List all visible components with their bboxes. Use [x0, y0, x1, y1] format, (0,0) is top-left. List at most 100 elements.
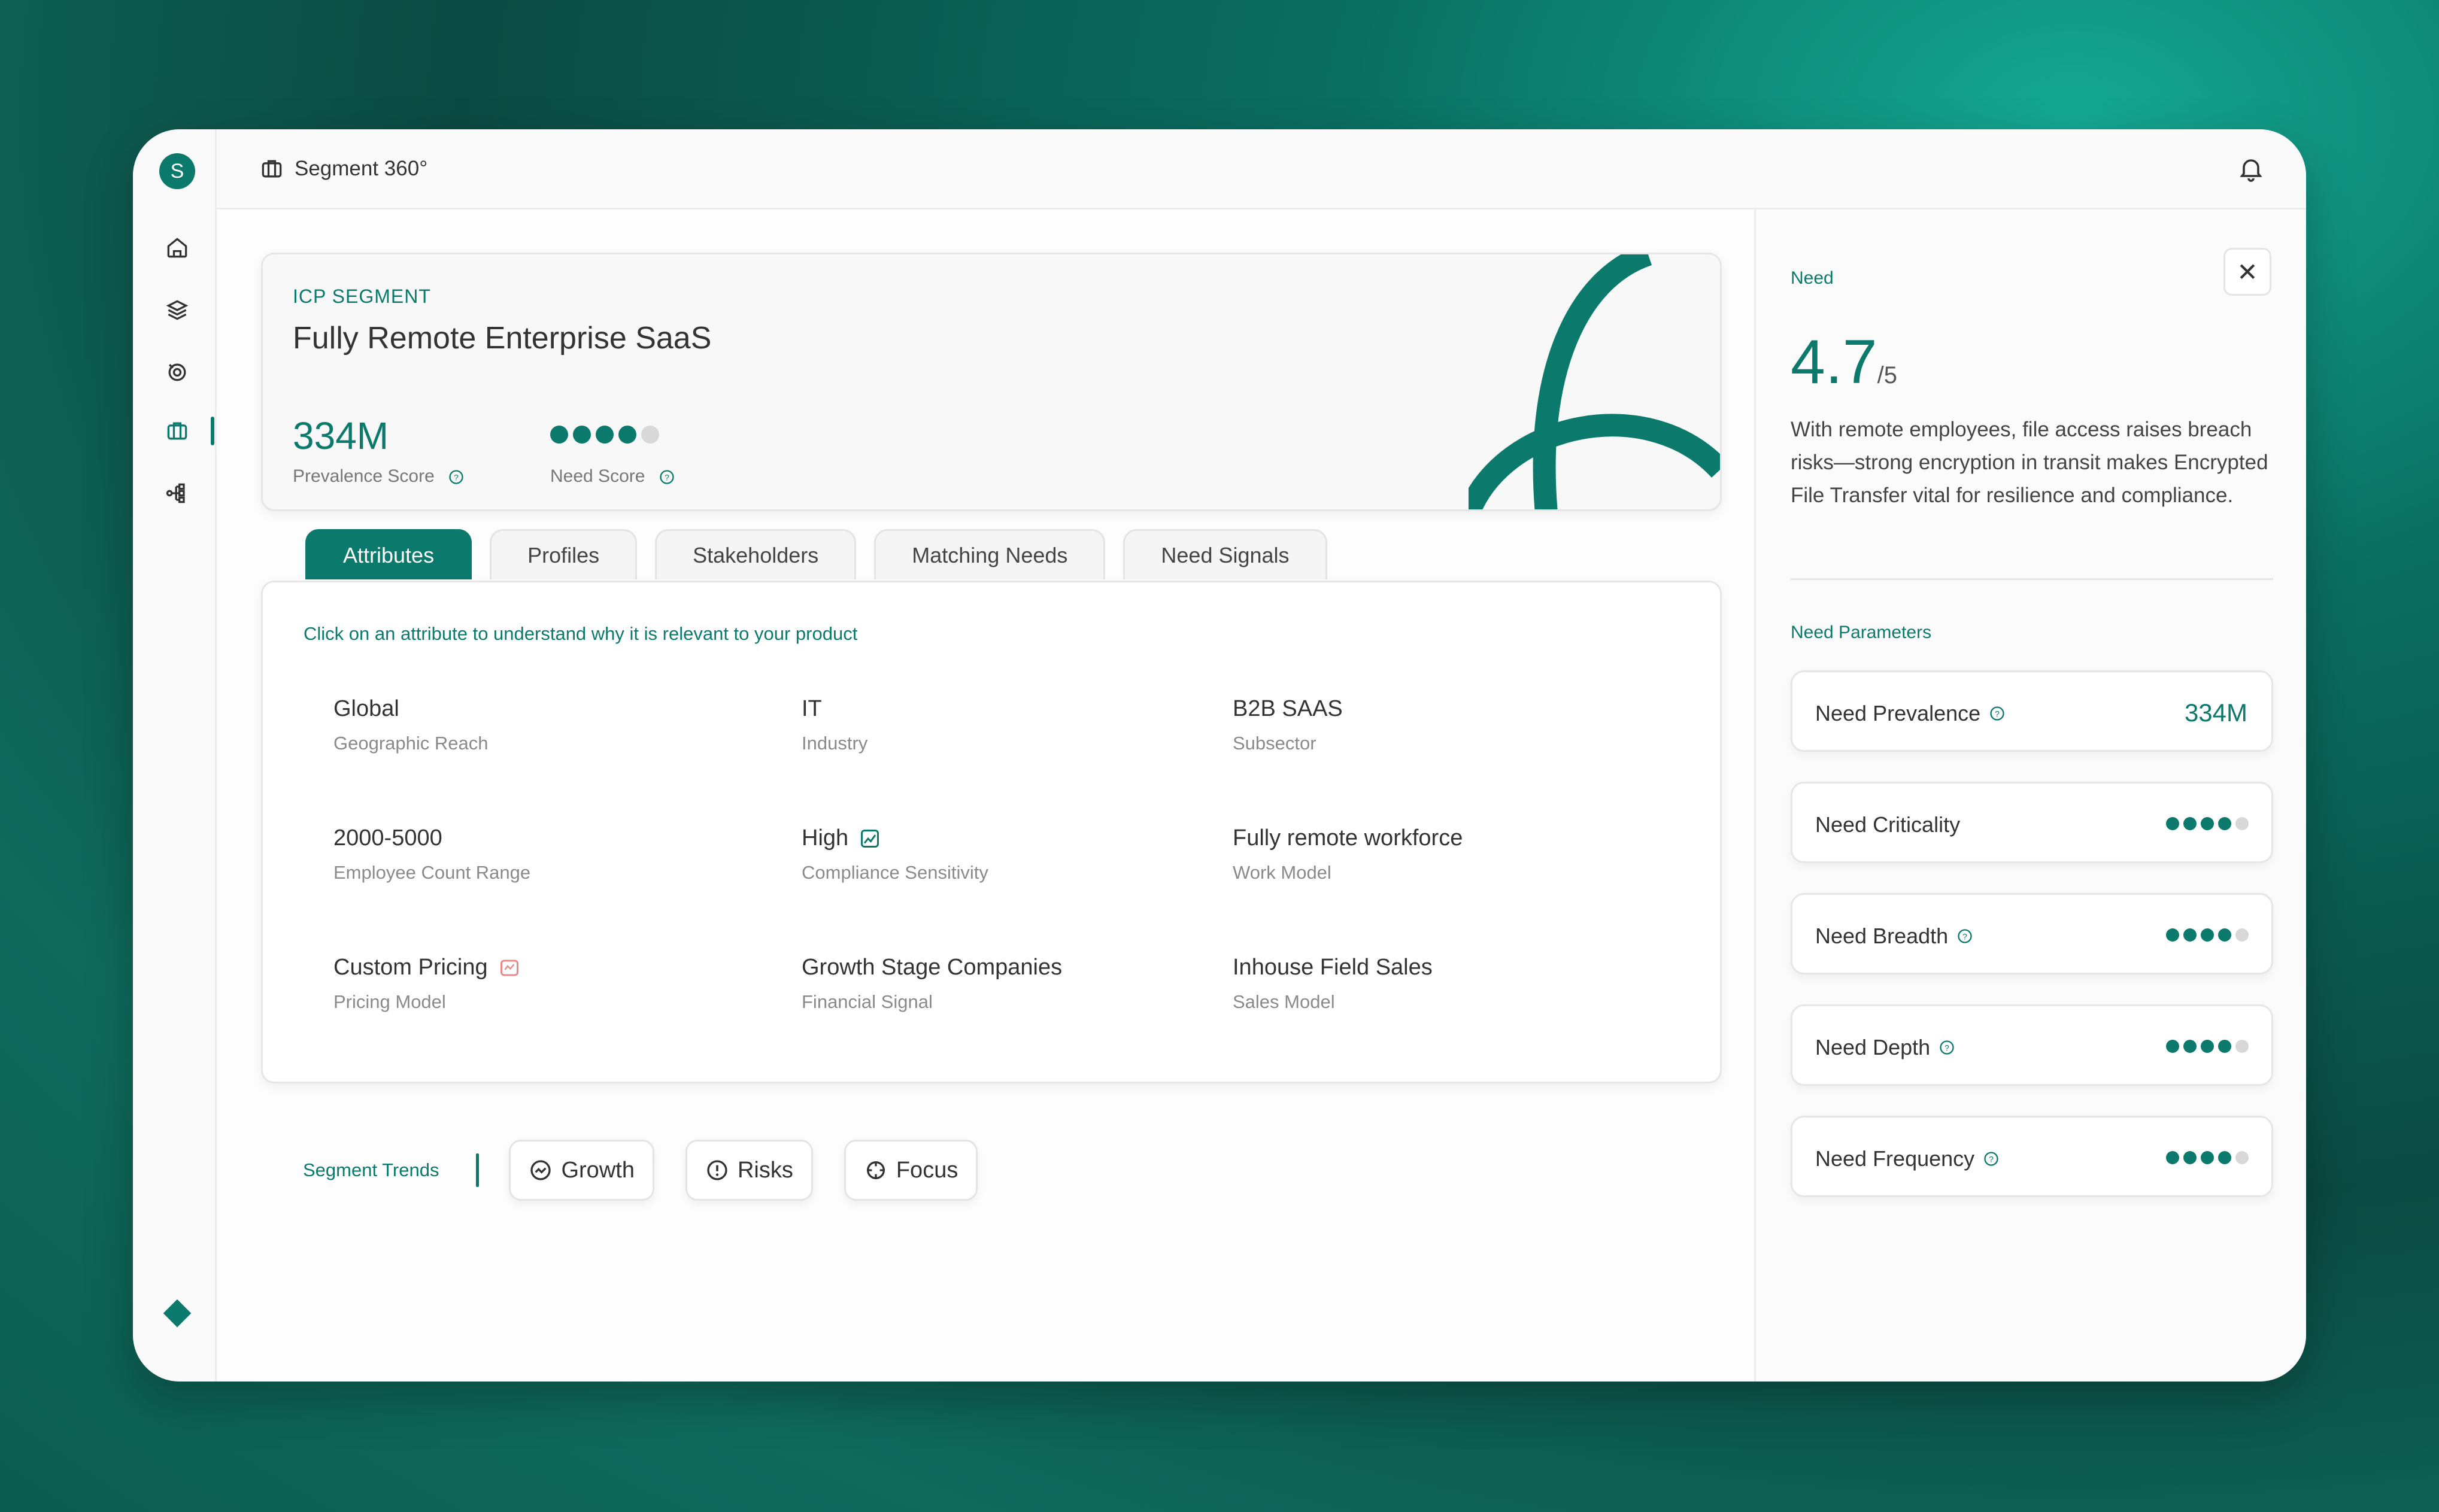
help-icon[interactable]: ?	[1939, 1039, 1955, 1056]
score-dot	[2201, 1151, 2214, 1164]
score-dot	[2218, 928, 2231, 942]
svg-text:?: ?	[665, 472, 669, 482]
tab-bar: Attributes Profiles Stakeholders Matchin…	[305, 529, 1327, 579]
param-value: 334M	[2184, 699, 2247, 727]
panel-hint: Click on an attribute to understand why …	[304, 623, 858, 644]
param-dots	[2166, 1040, 2249, 1053]
score-dot	[2183, 817, 2197, 830]
attribute-item[interactable]: IT Industry	[802, 696, 867, 754]
left-rail: S	[133, 129, 217, 1382]
score-dot	[2166, 928, 2179, 942]
attribute-value: Inhouse Field Sales	[1233, 955, 1433, 980]
param-need-breadth[interactable]: Need Breadth ?	[1791, 893, 2273, 974]
pricing-tag-icon[interactable]	[499, 957, 520, 979]
attribute-item[interactable]: Global Geographic Reach	[333, 696, 489, 754]
attribute-item[interactable]: B2B SAAS Subsector	[1233, 696, 1343, 754]
score-dot	[2166, 1040, 2179, 1053]
attribute-value-row: Custom Pricing	[333, 955, 520, 980]
score-dot	[2183, 928, 2197, 942]
brand-logo-icon	[160, 1297, 194, 1330]
rail-active-indicator	[211, 417, 214, 445]
tab-matching-needs[interactable]: Matching Needs	[874, 529, 1106, 579]
alert-icon	[707, 1160, 727, 1180]
score-dot	[2218, 817, 2231, 830]
attribute-label: Sales Model	[1233, 991, 1335, 1012]
attribute-label: Employee Count Range	[333, 862, 531, 883]
network-icon[interactable]	[160, 476, 194, 510]
help-icon[interactable]: ?	[1989, 705, 2006, 722]
param-need-depth[interactable]: Need Depth ?	[1791, 1004, 2273, 1086]
help-icon[interactable]: ?	[1983, 1150, 2000, 1167]
score-dot	[2166, 1151, 2179, 1164]
attribute-value: Custom Pricing	[333, 955, 488, 980]
score-dot	[2235, 817, 2249, 830]
segment-title: Fully Remote Enterprise SaaS	[293, 321, 712, 356]
score-dot	[2235, 928, 2249, 942]
score-dot	[2183, 1040, 2197, 1053]
growth-icon	[530, 1160, 551, 1180]
briefcase-icon[interactable]	[160, 414, 194, 448]
score-dot	[618, 426, 636, 444]
score-dot	[2235, 1151, 2249, 1164]
attribute-item[interactable]: Custom Pricing Pricing Model	[333, 955, 520, 1013]
param-label-row: Need Criticality	[1815, 812, 1960, 837]
tab-attributes[interactable]: Attributes	[305, 529, 472, 579]
score-dot	[641, 426, 659, 444]
score-dot	[550, 426, 568, 444]
svg-text:?: ?	[454, 472, 459, 482]
help-icon[interactable]: ?	[659, 469, 675, 485]
attribute-label: Compliance Sensitivity	[802, 862, 988, 883]
svg-text:?: ?	[1962, 931, 1967, 941]
attribute-item[interactable]: 2000-5000 Employee Count Range	[333, 825, 530, 883]
attribute-item[interactable]: Inhouse Field Sales Sales Model	[1233, 955, 1433, 1013]
attribute-item[interactable]: Growth Stage Companies Financial Signal	[802, 955, 1062, 1013]
tab-stakeholders[interactable]: Stakeholders	[655, 529, 857, 579]
close-button[interactable]: ✕	[2223, 248, 2271, 296]
score-dot	[2201, 928, 2214, 942]
svg-text:?: ?	[1995, 709, 2000, 718]
score-dot	[2235, 1040, 2249, 1053]
bell-icon[interactable]	[2237, 154, 2265, 183]
segment-card: ICP SEGMENT Fully Remote Enterprise SaaS…	[261, 253, 1722, 511]
attribute-label: Subsector	[1233, 733, 1316, 754]
param-label: Need Depth	[1815, 1035, 1931, 1059]
layers-icon[interactable]	[160, 293, 194, 327]
param-need-frequency[interactable]: Need Frequency ?	[1791, 1116, 2273, 1197]
param-need-criticality[interactable]: Need Criticality	[1791, 782, 2273, 863]
prevalence-value: 334M	[293, 414, 389, 457]
need-score: 4.7/5	[1791, 327, 1897, 398]
help-icon[interactable]: ?	[1956, 928, 1973, 945]
focus-button[interactable]: Focus	[844, 1140, 978, 1201]
attribute-value: Global	[333, 696, 399, 721]
param-label-row: Need Breadth ?	[1815, 924, 1973, 949]
need-score-label-text: Need Score	[550, 466, 645, 486]
risks-button[interactable]: Risks	[685, 1140, 813, 1201]
score-dot	[2218, 1040, 2231, 1053]
attribute-label: Work Model	[1233, 862, 1331, 883]
trends-divider	[476, 1153, 480, 1187]
tab-need-signals[interactable]: Need Signals	[1123, 529, 1327, 579]
attribute-value: Growth Stage Companies	[802, 955, 1063, 980]
close-icon: ✕	[2237, 257, 2258, 286]
attribute-value-row: High	[802, 825, 988, 851]
need-score-dots	[550, 426, 659, 444]
help-icon[interactable]: ?	[448, 469, 465, 485]
avatar[interactable]: S	[159, 153, 195, 189]
growth-button[interactable]: Growth	[509, 1140, 654, 1201]
tab-profiles[interactable]: Profiles	[490, 529, 638, 579]
svg-text:?: ?	[1989, 1154, 1994, 1164]
need-description: With remote employees, file access raise…	[1791, 418, 2268, 507]
attribute-item[interactable]: High Compliance Sensitivity	[802, 825, 988, 883]
param-need-prevalence[interactable]: Need Prevalence ? 334M	[1791, 670, 2273, 752]
chart-image-icon[interactable]	[859, 828, 881, 849]
home-icon[interactable]	[160, 231, 194, 265]
page-title: Segment 360°	[295, 157, 428, 180]
score-dot	[2218, 1151, 2231, 1164]
trends-label: Segment Trends	[303, 1159, 439, 1180]
param-label: Need Frequency	[1815, 1146, 1975, 1171]
radar-icon[interactable]	[160, 356, 194, 389]
attributes-panel: Click on an attribute to understand why …	[261, 581, 1722, 1083]
attribute-item[interactable]: Fully remote workforce Work Model	[1233, 825, 1463, 883]
attribute-label: Industry	[802, 733, 868, 754]
side-section-label: Need	[1791, 268, 1834, 288]
